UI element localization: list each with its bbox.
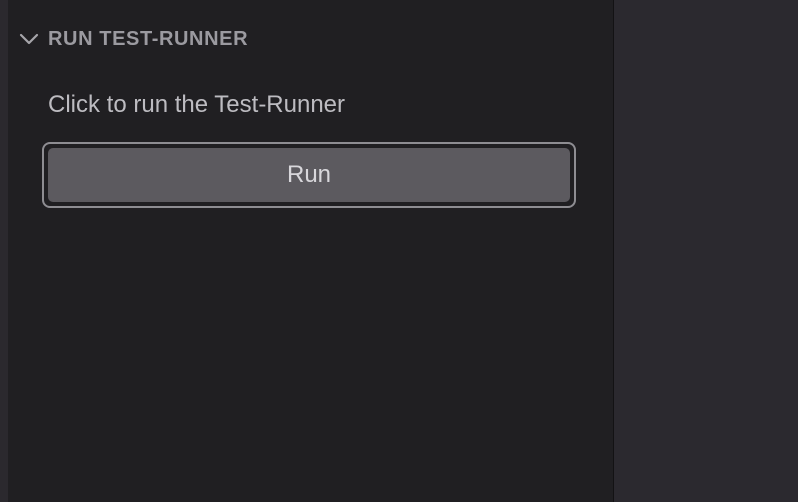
- section-header-run-test-runner[interactable]: RUN TEST-RUNNER: [18, 24, 248, 54]
- vscode-window: RUN TEST-RUNNER Click to run the Test-Ru…: [0, 0, 798, 502]
- sidebar-panel: RUN TEST-RUNNER Click to run the Test-Ru…: [8, 0, 614, 502]
- activity-bar-edge: [0, 0, 8, 502]
- section-title: RUN TEST-RUNNER: [48, 28, 249, 50]
- run-hint-text: Click to run the Test-Runner: [48, 91, 346, 118]
- chevron-down-icon[interactable]: [18, 28, 40, 50]
- run-button-focus-ring: Run: [42, 142, 576, 208]
- run-button[interactable]: Run: [48, 148, 570, 202]
- editor-area: [614, 0, 798, 502]
